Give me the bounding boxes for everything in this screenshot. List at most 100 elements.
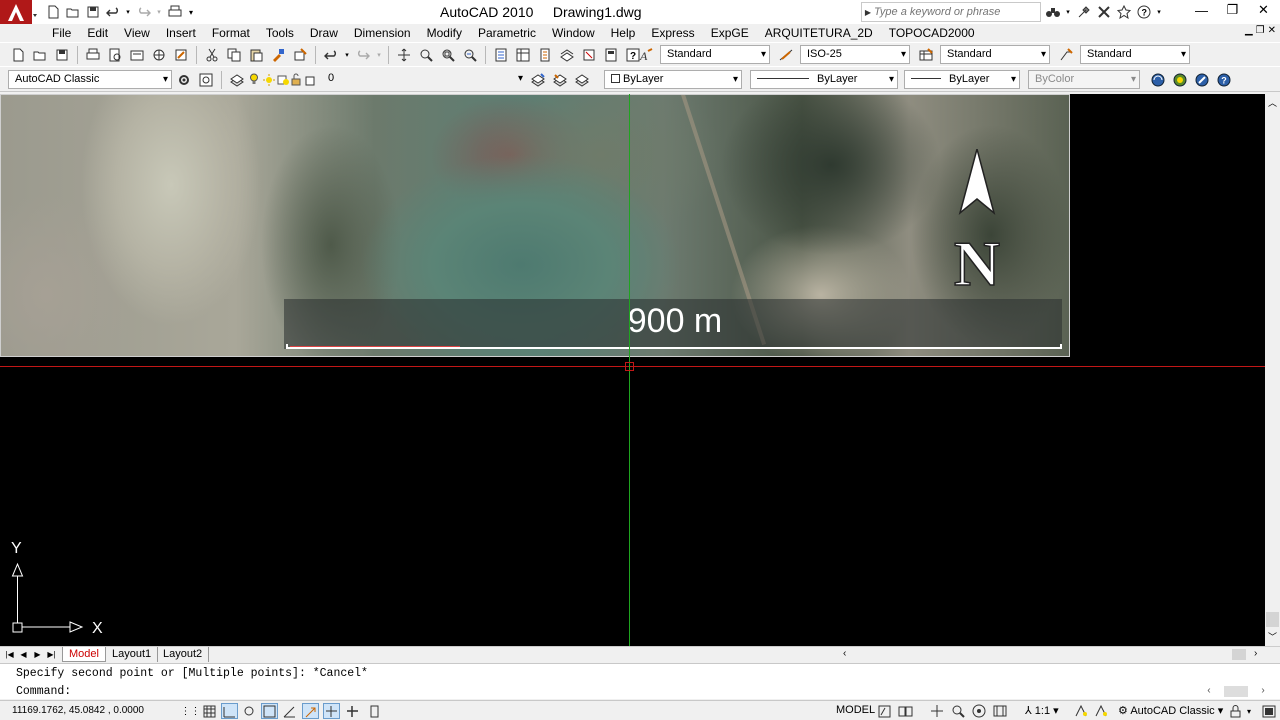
favorites-icon[interactable] <box>1115 4 1132 21</box>
doc-minimize-icon[interactable]: ▁ <box>1245 25 1253 36</box>
quick-view-drawings-icon[interactable] <box>897 703 914 719</box>
status-menu-icon[interactable]: ▾ <box>1244 703 1254 719</box>
command-scroll-right-icon[interactable]: › <box>1260 686 1266 699</box>
zoom-window-icon[interactable] <box>438 45 458 65</box>
menu-view[interactable]: View <box>116 24 158 42</box>
tab-layout1[interactable]: Layout1 <box>106 647 159 662</box>
menu-window[interactable]: Window <box>544 24 603 42</box>
menu-expge[interactable]: ExpGE <box>703 24 757 42</box>
menu-insert[interactable]: Insert <box>158 24 204 42</box>
markup-icon[interactable] <box>579 45 599 65</box>
grid-display-icon[interactable] <box>221 703 238 719</box>
browse-web-icon[interactable] <box>1192 70 1212 90</box>
dynamic-ucs-icon[interactable] <box>323 703 340 719</box>
qnew-icon[interactable] <box>8 45 28 65</box>
paste-icon[interactable] <box>246 45 266 65</box>
menu-help[interactable]: Help <box>603 24 644 42</box>
tab-model[interactable]: Model <box>62 647 106 662</box>
scroll-down-icon[interactable]: ﹀ <box>1268 630 1277 643</box>
minimize-icon[interactable]: — <box>1186 0 1217 20</box>
sheet-set-icon[interactable] <box>557 45 577 65</box>
mleader-style-dropdown[interactable]: Standard ▾ <box>1080 45 1190 64</box>
redo-icon[interactable] <box>135 4 152 21</box>
pan-status-icon[interactable] <box>928 703 945 719</box>
scroll-up-icon[interactable]: ︿ <box>1268 96 1277 109</box>
scroll-left-icon[interactable]: ‹ <box>843 648 846 659</box>
block-editor-icon[interactable] <box>290 45 310 65</box>
infer-constraints-icon[interactable]: ⋮⋮ <box>181 703 201 719</box>
layer-on-icon[interactable] <box>249 70 261 90</box>
menu-tools[interactable]: Tools <box>258 24 302 42</box>
help-icon[interactable]: ? <box>1135 4 1152 21</box>
snap-mode-icon[interactable] <box>201 703 218 719</box>
layer-vp-freeze-icon[interactable] <box>277 70 289 90</box>
lineweight-icon[interactable] <box>366 703 383 719</box>
dim-style-dropdown[interactable]: ISO-25 ▾ <box>800 45 910 64</box>
annotation-scale[interactable]: ⅄ 1:1 ▾ <box>1025 704 1059 717</box>
ortho-mode-icon[interactable] <box>241 703 258 719</box>
copy-icon[interactable] <box>224 45 244 65</box>
3d-dwf-icon[interactable] <box>149 45 169 65</box>
undo-dropdown-icon[interactable]: ▾ <box>124 4 132 21</box>
menu-express[interactable]: Express <box>643 24 702 42</box>
scroll-right-icon[interactable]: › <box>1254 648 1257 659</box>
undo-icon[interactable] <box>321 45 341 65</box>
menu-arquitetura[interactable]: ARQUITETURA_2D <box>757 24 881 42</box>
redo-icon[interactable] <box>353 45 373 65</box>
steering-wheel-icon[interactable] <box>970 703 987 719</box>
save-icon[interactable] <box>84 4 101 21</box>
command-scroll-left-icon[interactable]: ‹ <box>1206 686 1212 699</box>
zoom-realtime-icon[interactable] <box>416 45 436 65</box>
properties-icon[interactable] <box>491 45 511 65</box>
search-expand-icon[interactable]: ▶ <box>862 8 874 17</box>
undo-icon[interactable] <box>104 4 121 21</box>
vertical-scrollbar[interactable]: ︿ ﹀ <box>1265 94 1280 646</box>
dynamic-input-icon[interactable] <box>344 703 361 719</box>
lock-icon[interactable] <box>1227 703 1244 719</box>
horizontal-scroll-thumb[interactable] <box>1232 649 1246 660</box>
layer-unlock-icon[interactable] <box>291 70 303 90</box>
undo-dropdown-icon[interactable]: ▾ <box>343 45 351 65</box>
workspace-dropdown[interactable]: AutoCAD Classic ▾ <box>8 70 172 89</box>
globe-icon[interactable] <box>1170 70 1190 90</box>
zoom-previous-icon[interactable] <box>460 45 480 65</box>
save-file-icon[interactable] <box>52 45 72 65</box>
doc-restore-icon[interactable]: ❐ <box>1256 25 1265 36</box>
text-style-icon[interactable]: A <box>636 45 656 65</box>
table-style-icon[interactable] <box>916 45 936 65</box>
menu-draw[interactable]: Draw <box>302 24 346 42</box>
open-file-icon[interactable] <box>30 45 50 65</box>
clean-screen-icon[interactable] <box>1260 703 1277 719</box>
menu-edit[interactable]: Edit <box>79 24 116 42</box>
qat-customize-icon[interactable]: ▾ <box>186 4 196 21</box>
zoom-status-icon[interactable] <box>949 703 966 719</box>
close-icon[interactable]: ✕ <box>1248 0 1279 20</box>
layer-properties-icon[interactable] <box>227 70 247 90</box>
lineweight-dropdown[interactable]: ByLayer ▾ <box>904 70 1020 89</box>
menu-modify[interactable]: Modify <box>419 24 470 42</box>
menu-dimension[interactable]: Dimension <box>346 24 419 42</box>
tool-palettes-icon[interactable] <box>535 45 555 65</box>
quick-view-layouts-icon[interactable] <box>876 703 893 719</box>
tab-layout2[interactable]: Layout2 <box>157 647 210 662</box>
layer-states-icon[interactable] <box>572 70 592 90</box>
pan-realtime-icon[interactable] <box>394 45 414 65</box>
model-space-toggle[interactable]: MODEL <box>836 704 875 716</box>
drawing-canvas[interactable]: 900 m N X Y <box>0 94 1265 646</box>
design-center-icon[interactable] <box>513 45 533 65</box>
redo-dropdown-icon[interactable]: ▾ <box>155 4 163 21</box>
command-prompt[interactable]: Command: <box>16 685 71 698</box>
object-snap-icon[interactable] <box>281 703 298 719</box>
layer-previous-icon[interactable] <box>550 70 570 90</box>
binoculars-icon[interactable] <box>1044 4 1061 21</box>
layer-thaw-icon[interactable] <box>263 70 275 90</box>
object-snap-tracking-icon[interactable] <box>302 703 319 719</box>
infocenter-search[interactable]: ▶ <box>861 2 1041 22</box>
restore-icon[interactable]: ❐ <box>1217 0 1248 20</box>
workspace-settings-icon[interactable] <box>174 70 194 90</box>
menu-topocad[interactable]: TOPOCAD2000 <box>881 24 983 42</box>
tab-last-icon[interactable]: ▶| <box>45 648 58 661</box>
tab-first-icon[interactable]: |◀ <box>3 648 16 661</box>
search-input[interactable] <box>874 6 1034 18</box>
annotation-visibility-icon[interactable] <box>1072 703 1089 719</box>
